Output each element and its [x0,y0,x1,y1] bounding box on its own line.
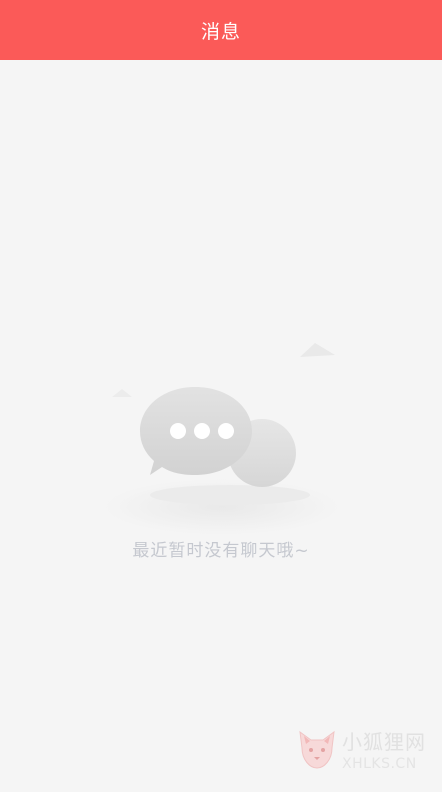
empty-state-illustration [100,325,345,540]
watermark: 小狐狸网 XHLKS.CN [294,722,436,784]
watermark-name: 小狐狸网 [342,730,426,754]
empty-state-message: 最近暂时没有聊天哦~ [132,541,310,561]
watermark-domain: XHLKS.CN [342,756,417,772]
page-title: 消息 [200,20,241,43]
top-bar: 消息 [0,0,442,60]
fox-logo-icon [299,730,335,769]
chat-bubbles-icon [104,343,340,535]
